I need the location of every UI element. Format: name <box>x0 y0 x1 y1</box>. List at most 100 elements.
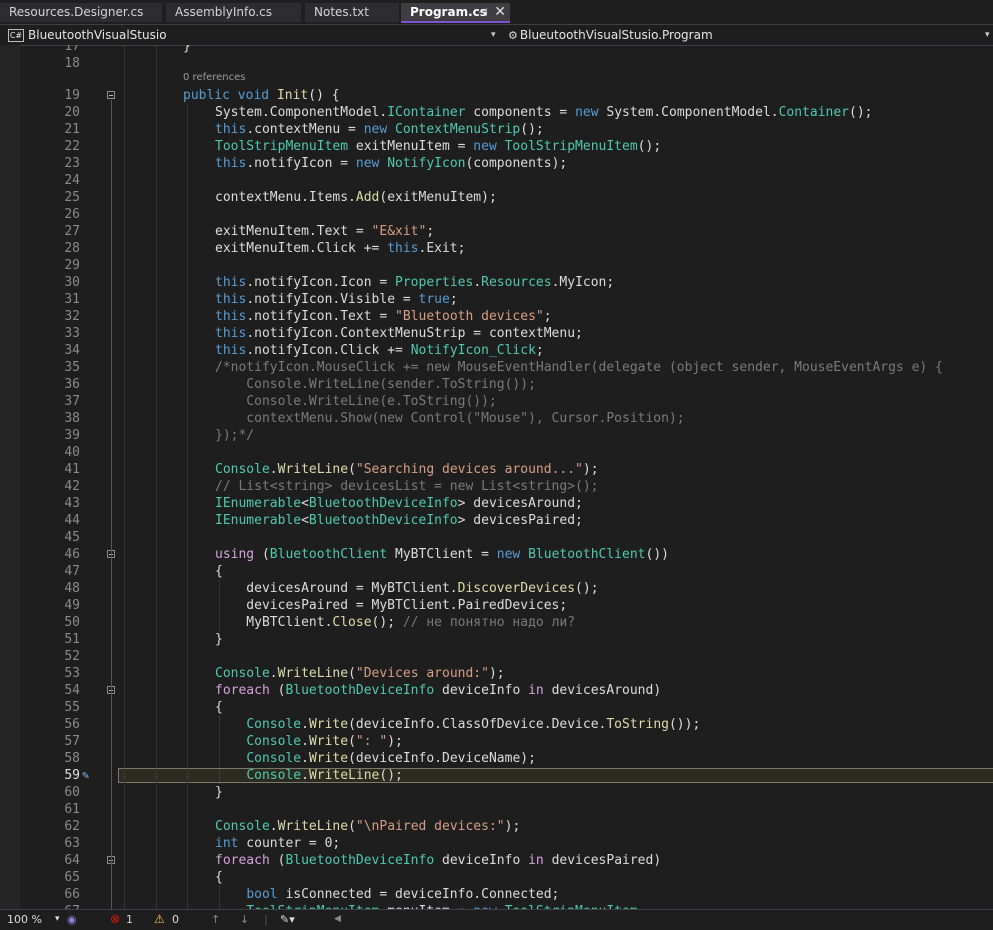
code-line[interactable]: 35 /*notifyIcon.MouseClick += new MouseEv… <box>0 359 993 376</box>
code-text: Console.Write(": "); <box>215 733 403 750</box>
line-number: 31 <box>64 292 80 307</box>
code-token: components = <box>465 105 576 120</box>
code-line[interactable]: 37 Console.WriteLine(e.ToString()); <box>0 393 993 410</box>
tab-program[interactable]: Program.cs ⊣ ✕ <box>401 3 510 23</box>
code-line[interactable]: 19 public void Init() { <box>0 87 993 104</box>
code-line[interactable]: 46 using (BluetoothClient MyBTClient = ne… <box>0 546 993 563</box>
arrow-up-icon[interactable]: ↑ <box>211 910 220 929</box>
error-icon[interactable]: ⊗ <box>110 910 120 929</box>
tab-resources-designer[interactable]: Resources.Designer.cs <box>0 3 162 22</box>
code-line[interactable]: 31 this.notifyIcon.Visible = true; <box>0 291 993 308</box>
code-text: } <box>215 631 223 648</box>
code-line[interactable]: 20 System.ComponentModel.IContainer compo… <box>0 104 993 121</box>
quick-actions-icon[interactable]: ✎ <box>82 767 89 784</box>
code-line[interactable]: 30 this.notifyIcon.Icon = Properties.Reso… <box>0 274 993 291</box>
code-token: Console.WriteLine(sender.ToString()); <box>215 377 536 392</box>
scroll-left-icon[interactable]: ◀ <box>334 910 341 929</box>
code-token: using <box>215 547 255 562</box>
line-number: 65 <box>64 870 80 885</box>
code-line[interactable]: ✎ 59 Console.WriteLine(); <box>0 767 993 784</box>
tab-assemblyinfo[interactable]: AssemblyInfo.cs <box>166 3 301 22</box>
line-number: 33 <box>64 326 80 341</box>
chevron-down-icon[interactable]: ▾ <box>55 910 60 929</box>
code-text: foreach (BluetoothDeviceInfo deviceInfo … <box>215 682 661 699</box>
code-line[interactable]: 36 Console.WriteLine(sender.ToString()); <box>0 376 993 393</box>
code-line[interactable]: 45 <box>0 529 993 546</box>
indent-guide <box>219 716 220 784</box>
code-line[interactable]: 48 devicesAround = MyBTClient.DiscoverDe… <box>0 580 993 597</box>
code-text: exitMenuItem.Click += this.Exit; <box>215 240 465 257</box>
project-dropdown[interactable]: C# BlueutoothVisualStusio <box>8 25 498 45</box>
line-number: 58 <box>64 751 80 766</box>
code-line[interactable]: 25 contextMenu.Items.Add(exitMenuItem); <box>0 189 993 206</box>
code-line[interactable]: 50 MyBTClient.Close(); // не понятно над… <box>0 614 993 631</box>
code-line[interactable]: 51} <box>0 631 993 648</box>
code-line[interactable]: 41 Console.WriteLine("Searching devices a… <box>0 461 993 478</box>
code-text: Console.WriteLine("Devices around:"); <box>215 665 505 682</box>
code-line[interactable]: 40 <box>0 444 993 461</box>
code-token: deviceInfo <box>434 683 529 698</box>
type-dropdown[interactable]: ⚙ BlueutoothVisualStusio.Program <box>508 25 988 45</box>
code-line[interactable]: 55 { <box>0 699 993 716</box>
code-line[interactable]: 42 // List<string> devicesList = new List… <box>0 478 993 495</box>
code-token: ToString <box>606 717 669 732</box>
tab-notes[interactable]: Notes.txt <box>305 3 399 22</box>
warning-icon[interactable]: ⚠ <box>154 910 165 929</box>
code-line[interactable]: 54 foreach (BluetoothDeviceInfo deviceInf… <box>0 682 993 699</box>
line-number: 62 <box>64 819 80 834</box>
code-line[interactable]: 49 devicesPaired = MyBTClient.PairedDevi… <box>0 597 993 614</box>
code-line[interactable]: 64 foreach (BluetoothDeviceInfo deviceInf… <box>0 852 993 869</box>
code-line[interactable]: 32 this.notifyIcon.Text = "Bluetooth devi… <box>0 308 993 325</box>
code-line[interactable]: 39});*/ <box>0 427 993 444</box>
code-line[interactable]: 33 this.notifyIcon.ContextMenuStrip = con… <box>0 325 993 342</box>
code-line[interactable]: 53 Console.WriteLine("Devices around:"); <box>0 665 993 682</box>
code-editor[interactable]: 17} 18 19 public void Init() {20 System.Comp… <box>0 45 993 909</box>
code-token: < <box>301 496 309 511</box>
code-line[interactable]: 61 <box>0 801 993 818</box>
code-line[interactable]: 27 exitMenuItem.Text = "E&xit"; <box>0 223 993 240</box>
code-line[interactable]: 38 contextMenu.Show(new Control("Mouse")… <box>0 410 993 427</box>
code-token: .notifyIcon.Icon = <box>246 275 396 290</box>
line-number: 48 <box>64 581 80 596</box>
code-line[interactable]: 44 IEnumerable<BluetoothDeviceInfo> devic… <box>0 512 993 529</box>
code-line[interactable]: 43 IEnumerable<BluetoothDeviceInfo> devic… <box>0 495 993 512</box>
code-line[interactable]: 62 Console.WriteLine("\nPaired devices:")… <box>0 818 993 835</box>
code-line[interactable]: 56 Console.Write(deviceInfo.ClassOfDevic… <box>0 716 993 733</box>
code-line[interactable]: 65 { <box>0 869 993 886</box>
pin-icon[interactable]: ⊣ <box>478 3 488 21</box>
code-line[interactable]: 57 Console.Write(": "); <box>0 733 993 750</box>
code-line[interactable]: 24 <box>0 172 993 189</box>
code-line[interactable]: 47 { <box>0 563 993 580</box>
code-line[interactable]: 17} <box>0 45 993 55</box>
code-line[interactable]: 21 this.contextMenu = new ContextMenuStri… <box>0 121 993 138</box>
code-token: this <box>215 292 247 307</box>
code-token: ( <box>269 853 286 868</box>
code-token: BluetoothClient <box>269 547 388 562</box>
code-line[interactable]: 58 Console.Write(deviceInfo.DeviceName); <box>0 750 993 767</box>
code-line[interactable]: 23 this.notifyIcon = new NotifyIcon(compo… <box>0 155 993 172</box>
code-token: exitMenuItem.Click += <box>215 241 388 256</box>
type-name: BlueutoothVisualStusio.Program <box>519 28 713 42</box>
code-line[interactable]: 22 ToolStripMenuItem exitMenuItem = new T… <box>0 138 993 155</box>
code-line[interactable]: 63 int counter = 0; <box>0 835 993 852</box>
code-line[interactable]: 18 <box>0 55 993 72</box>
code-line[interactable]: 66 bool isConnected = deviceInfo.Connect… <box>0 886 993 903</box>
codelens-references[interactable]: 0 references <box>183 69 246 86</box>
code-token: contextMenu.Items. <box>215 190 356 205</box>
collapse-icon[interactable] <box>107 91 115 99</box>
arrow-down-icon[interactable]: ↓ <box>240 910 249 929</box>
indent-guide <box>156 45 157 909</box>
zoom-level[interactable]: 100 % <box>7 910 42 929</box>
code-line[interactable]: 60} <box>0 784 993 801</box>
code-line[interactable]: 34 this.notifyIcon.Click += NotifyIcon_Cl… <box>0 342 993 359</box>
code-line[interactable]: 26 <box>0 206 993 223</box>
code-line[interactable]: 52 <box>0 648 993 665</box>
code-token: new <box>496 547 521 562</box>
chevron-down-icon[interactable]: ▾ <box>491 25 496 45</box>
code-line[interactable]: 28 exitMenuItem.Click += this.Exit; <box>0 240 993 257</box>
close-icon[interactable]: ✕ <box>494 3 506 21</box>
copilot-icon[interactable]: ◉ <box>67 910 77 929</box>
brush-icon[interactable]: ✎▾ <box>280 910 295 929</box>
chevron-down-icon[interactable]: ▾ <box>985 25 990 45</box>
code-line[interactable]: 29 <box>0 257 993 274</box>
